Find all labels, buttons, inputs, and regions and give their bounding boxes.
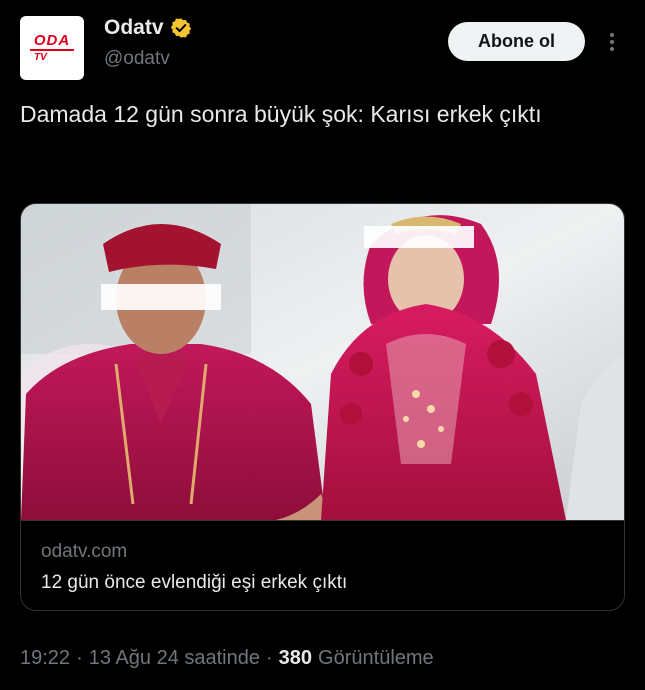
card-domain: odatv.com (41, 541, 128, 562)
tweet-date[interactable]: 13 Ağu 24 saatinde (89, 647, 260, 670)
card-image (21, 204, 624, 520)
link-preview-card[interactable]: odatv.com 12 gün önce evlendiği eşi erke… (20, 203, 625, 611)
tweet-meta: 19:22 · 13 Ağu 24 saatinde · 380 Görüntü… (20, 647, 434, 670)
author-name-row: Odatv (104, 16, 192, 40)
card-footer: odatv.com 12 gün önce evlendiği eşi erke… (21, 520, 624, 610)
verified-badge-icon (170, 18, 191, 38)
more-options-icon[interactable] (604, 28, 620, 56)
follow-button[interactable]: Abone ol (448, 22, 585, 61)
tweet-time[interactable]: 19:22 (20, 647, 70, 670)
avatar-logo-line (30, 49, 74, 51)
author-display-name[interactable]: Odatv (104, 16, 164, 40)
avatar-logo-subtext: TV (34, 52, 47, 63)
tweet-text: Damada 12 gün sonra büyük şok: Karısı er… (20, 101, 542, 127)
card-title: 12 gün önce evlendiği eşi erkek çıktı (41, 572, 348, 593)
more-dot (610, 40, 614, 44)
view-count-label: Görüntüleme (318, 647, 434, 669)
more-dot (610, 47, 614, 51)
author-avatar[interactable]: ODA TV (20, 16, 84, 80)
more-dot (610, 33, 614, 37)
view-count: 380 (278, 647, 313, 669)
meta-separator: · (266, 647, 273, 669)
meta-separator: · (76, 647, 83, 669)
author-handle[interactable]: @odatv (104, 48, 170, 70)
avatar-logo-text: ODA (33, 32, 71, 49)
